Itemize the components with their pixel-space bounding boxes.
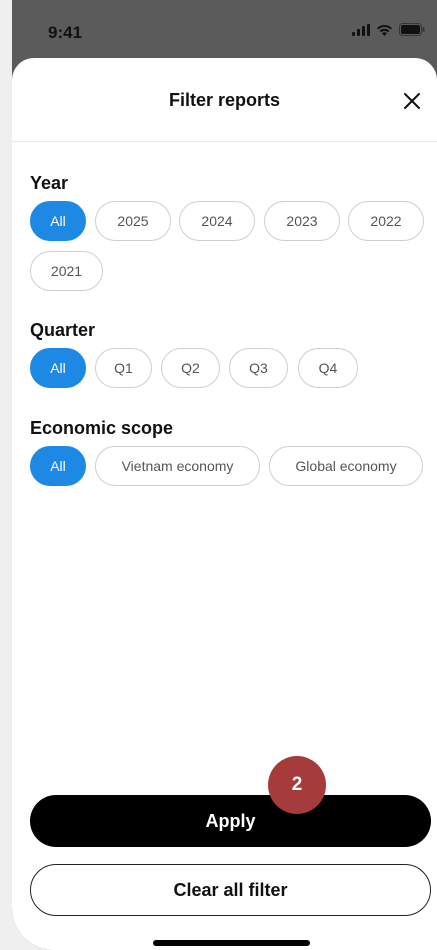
year-chip-2025[interactable]: 2025 — [95, 201, 171, 241]
step-badge: 2 — [268, 756, 326, 814]
sheet-title: Filter reports — [168, 90, 281, 110]
quarter-section-title: Quarter — [30, 320, 96, 340]
quarter-chip-q1[interactable]: Q1 — [95, 348, 152, 388]
close-button[interactable] — [402, 91, 422, 111]
clear-all-filter-button[interactable]: Clear all filter — [30, 864, 431, 916]
year-chip-2021[interactable]: 2021 — [30, 251, 103, 291]
year-chip-2022[interactable]: 2022 — [348, 201, 424, 241]
close-icon — [404, 93, 420, 109]
apply-button[interactable]: Apply — [30, 795, 431, 847]
year-section-title: Year — [30, 173, 69, 193]
status-bar: 9:41 — [12, 0, 437, 58]
scope-chip-vietnam-economy[interactable]: Vietnam economy — [95, 446, 260, 486]
scope-chip-global-economy[interactable]: Global economy — [269, 446, 423, 486]
year-chip-all[interactable]: All — [30, 201, 86, 241]
quarter-chip-q4[interactable]: Q4 — [298, 348, 358, 388]
scope-section-title: Economic scope — [30, 418, 174, 438]
wifi-icon — [376, 23, 393, 41]
year-chip-2024[interactable]: 2024 — [179, 201, 255, 241]
status-icons — [352, 23, 425, 41]
phone-frame: 9:41 Filter reports Year All 2025 2024 2… — [12, 0, 437, 950]
battery-icon — [399, 23, 425, 41]
home-indicator — [153, 940, 310, 946]
quarter-chip-all[interactable]: All — [30, 348, 86, 388]
quarter-chip-q2[interactable]: Q2 — [161, 348, 220, 388]
signal-icon — [352, 23, 370, 41]
quarter-chip-q3[interactable]: Q3 — [229, 348, 288, 388]
scope-chip-all[interactable]: All — [30, 446, 86, 486]
year-chip-2023[interactable]: 2023 — [264, 201, 340, 241]
filter-sheet: Filter reports Year All 2025 2024 2023 2… — [12, 58, 437, 950]
sheet-header: Filter reports — [12, 58, 437, 142]
status-time: 9:41 — [48, 23, 83, 42]
